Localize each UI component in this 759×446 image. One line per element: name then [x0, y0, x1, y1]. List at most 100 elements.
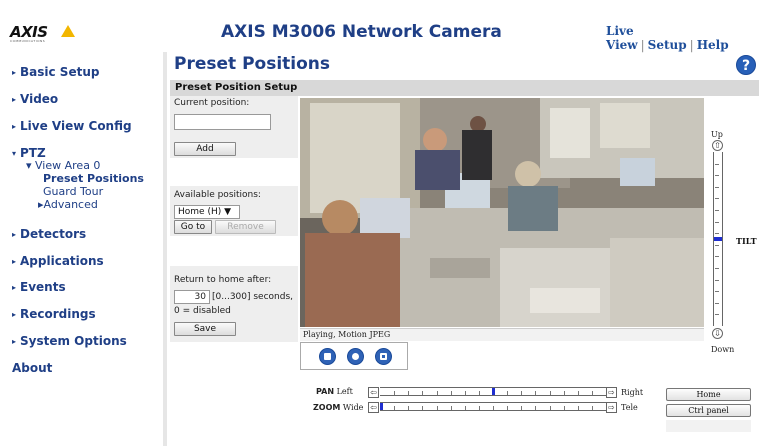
zoom-tick: [549, 406, 551, 410]
pan-right-arrow-icon[interactable]: ⇨: [606, 387, 617, 398]
sidebar-item-label: Events: [20, 280, 66, 294]
pan-tick: [478, 391, 480, 395]
sidebar-item-label: Basic Setup: [20, 65, 100, 79]
available-positions-label: Available positions:: [174, 190, 261, 200]
link-separator: |: [640, 38, 645, 52]
fullscreen-icon[interactable]: [375, 348, 392, 365]
zoom-thumb[interactable]: [380, 403, 383, 410]
pan-tick: [577, 391, 579, 395]
axis-logo: AXIS COMMUNICATIONS: [10, 22, 76, 46]
pan-tick: [591, 391, 593, 395]
tilt-tick: [715, 244, 719, 246]
pan-slider[interactable]: [380, 387, 606, 396]
sidebar-subitem-preset-positions[interactable]: Preset Positions: [43, 172, 144, 185]
top-links: Live View | Setup | Help: [606, 24, 759, 52]
pan-tick: [507, 391, 509, 395]
current-position-label: Current position:: [174, 98, 250, 108]
tilt-tick: [715, 163, 719, 165]
tilt-down-label: Down: [711, 345, 735, 354]
return-home-input[interactable]: [174, 290, 210, 304]
sidebar-item-live-view-config[interactable]: ▸ Live View Config: [12, 119, 132, 133]
return-note-text: 0 = disabled: [174, 306, 231, 316]
sidebar-item-detectors[interactable]: ▸ Detectors: [12, 227, 86, 241]
zoom-in-arrow-icon[interactable]: ⇨: [606, 402, 617, 413]
pan-tick: [408, 391, 410, 395]
help-link[interactable]: Help: [697, 38, 729, 52]
camera-image: [300, 98, 704, 327]
chevron-right-icon: ▸: [12, 310, 17, 319]
chevron-down-icon: ▾: [12, 149, 17, 158]
sidebar-item-label: About: [12, 361, 53, 375]
remove-button[interactable]: Remove: [215, 220, 276, 234]
add-button[interactable]: Add: [174, 142, 236, 156]
pan-tick: [450, 391, 452, 395]
tilt-tick: [715, 175, 719, 177]
tilt-thumb[interactable]: [714, 237, 722, 241]
sidebar: [0, 52, 160, 446]
zoom-tick: [464, 406, 466, 410]
logo-triangle-icon: [61, 25, 75, 37]
sidebar-subitem-advanced[interactable]: ▸Advanced: [38, 198, 98, 211]
zoom-tick: [422, 406, 424, 410]
live-view-link[interactable]: Live View: [606, 24, 638, 52]
selected-position: Home (H): [178, 207, 222, 217]
sidebar-item-applications[interactable]: ▸ Applications: [12, 254, 104, 268]
tilt-up-arrow-icon[interactable]: ⇧: [712, 140, 723, 151]
tilt-down-arrow-icon[interactable]: ⇩: [712, 328, 723, 339]
tilt-slider[interactable]: [713, 152, 723, 326]
video-status-bar: Playing, Motion JPEG: [300, 328, 704, 341]
sidebar-item-events[interactable]: ▸ Events: [12, 280, 66, 294]
camera-live-view[interactable]: [300, 98, 704, 327]
tilt-tick: [715, 186, 719, 188]
pan-left-arrow-icon[interactable]: ⇦: [368, 387, 379, 398]
sidebar-item-ptz[interactable]: ▾ PTZ: [12, 146, 46, 160]
zoom-labels: ZOOM Wide: [313, 403, 363, 412]
pan-labels: PAN Left: [316, 387, 353, 396]
pan-name: PAN: [316, 387, 335, 396]
sidebar-item-label: PTZ: [20, 146, 46, 160]
zoom-tick: [535, 406, 537, 410]
current-position-input[interactable]: [174, 114, 271, 130]
video-control-bar: [300, 342, 408, 370]
logo-subtext: COMMUNICATIONS: [10, 39, 46, 43]
zoom-tick: [507, 406, 509, 410]
home-button[interactable]: Home: [666, 388, 751, 401]
setup-link[interactable]: Setup: [648, 38, 687, 52]
sidebar-item-about[interactable]: About: [12, 361, 52, 375]
pan-tick: [535, 391, 537, 395]
chevron-right-icon: ▸: [12, 230, 17, 239]
sidebar-subitem-view-area[interactable]: ▾ View Area 0: [26, 159, 100, 172]
sidebar-item-recordings[interactable]: ▸ Recordings: [12, 307, 96, 321]
zoom-left-label: Wide: [342, 403, 364, 412]
tilt-label: TILT: [736, 236, 757, 246]
zoom-tick: [591, 406, 593, 410]
chevron-right-icon: ▸: [12, 257, 17, 266]
save-button[interactable]: Save: [174, 322, 236, 336]
zoom-tick: [394, 406, 396, 410]
tilt-tick: [715, 279, 719, 281]
chevron-right-icon: ▸: [12, 68, 17, 77]
zoom-tick: [450, 406, 452, 410]
ctrl-panel-button[interactable]: Ctrl panel: [666, 404, 751, 417]
zoom-tick: [408, 406, 410, 410]
zoom-slider[interactable]: [380, 402, 606, 411]
return-home-label: Return to home after:: [174, 275, 272, 285]
tilt-tick: [715, 291, 719, 293]
snapshot-icon[interactable]: [347, 348, 364, 365]
sidebar-item-label: Video: [20, 92, 59, 106]
pan-tick: [464, 391, 466, 395]
zoom-out-arrow-icon[interactable]: ⇦: [368, 402, 379, 413]
pan-tick: [549, 391, 551, 395]
sidebar-subitem-guard-tour[interactable]: Guard Tour: [43, 185, 103, 198]
zoom-tick: [493, 406, 494, 410]
sidebar-item-system-options[interactable]: ▸ System Options: [12, 334, 127, 348]
go-to-button[interactable]: Go to: [174, 220, 212, 234]
help-icon[interactable]: ?: [736, 55, 756, 75]
sidebar-item-basic-setup[interactable]: ▸ Basic Setup: [12, 65, 99, 79]
pan-tick: [521, 391, 523, 395]
sidebar-item-video[interactable]: ▸ Video: [12, 92, 58, 106]
available-positions-select[interactable]: Home (H) ▼: [174, 205, 240, 219]
pan-tick: [422, 391, 424, 395]
pan-thumb[interactable]: [491, 388, 495, 395]
stop-icon[interactable]: [319, 348, 336, 365]
